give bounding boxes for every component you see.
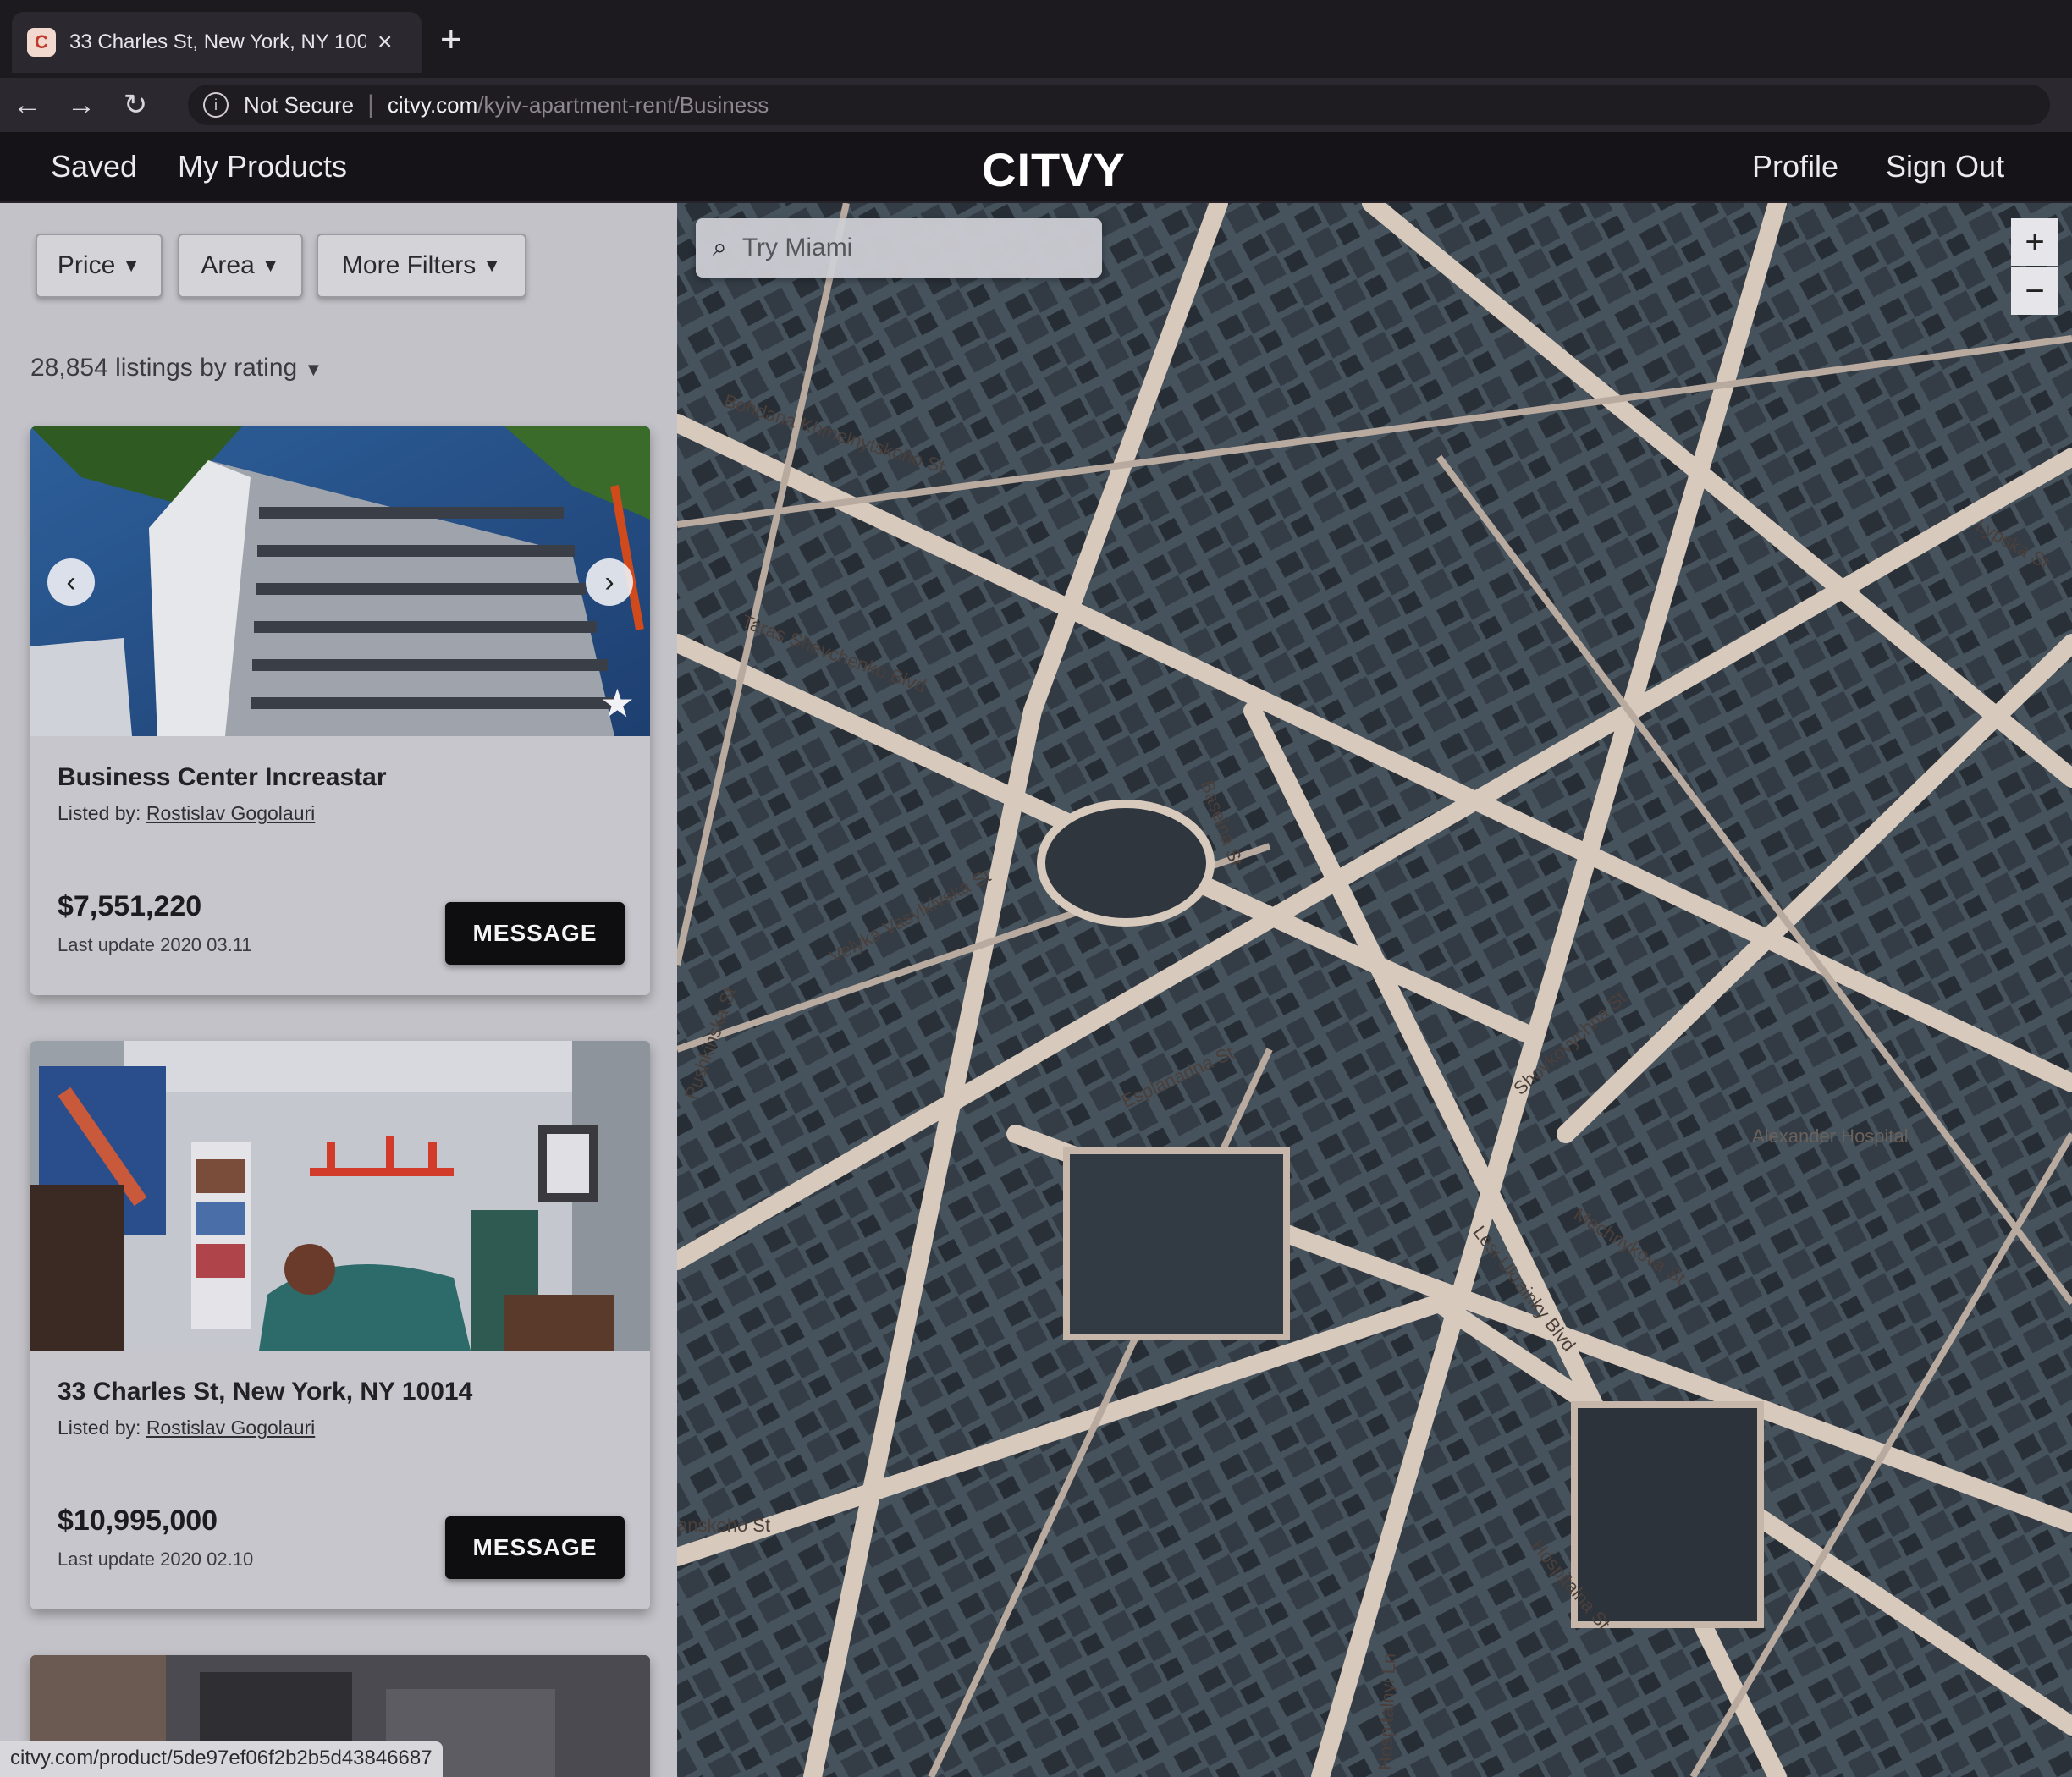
url-field[interactable]: i Not Secure | citvy.com /kyiv-apartment… (188, 85, 2050, 125)
logo[interactable]: CITVY (982, 142, 1126, 197)
last-update: Last update 2020 03.11 (58, 934, 252, 955)
listing-sort-dropdown[interactable]: 28,854 listings by rating ▼ (30, 354, 322, 382)
caret-down-icon: ▼ (122, 255, 141, 276)
new-tab-button[interactable]: + (440, 19, 462, 61)
forward-icon[interactable]: → (54, 89, 108, 122)
owner-link[interactable]: Rostislav Gogolauri (146, 1417, 315, 1439)
security-status: Not Secure (244, 91, 355, 118)
message-button[interactable]: MESSAGE (445, 1516, 625, 1579)
more-filters-button[interactable]: More Filters ▼ (317, 234, 526, 298)
map-label: Hospitalnyi Ln (1374, 1653, 1400, 1771)
url-path: /kyiv-apartment-rent/Business (477, 91, 769, 118)
listed-by: Listed by: Rostislav Gogolauri (58, 1417, 315, 1439)
area-filter-button[interactable]: Area ▼ (178, 234, 303, 298)
reload-icon[interactable]: ↻ (108, 88, 163, 122)
listing-card[interactable]: ‹ › ★ Business Center Increastar Listed … (30, 426, 650, 995)
listing-price: $10,995,000 (58, 1505, 218, 1537)
tab-close-icon[interactable]: × (377, 28, 393, 57)
nav-sign-out[interactable]: Sign Out (1886, 149, 2004, 184)
area-filter-label: Area (201, 251, 255, 279)
caret-down-icon: ▼ (261, 255, 280, 276)
app-header: Saved My Products CITVY Profile Sign Out (0, 132, 2072, 203)
nav-profile[interactable]: Profile (1752, 149, 1838, 184)
nav-my-products[interactable]: My Products (178, 149, 347, 184)
browser-tab[interactable]: C 33 Charles St, New York, NY 100 × (12, 12, 422, 73)
info-icon[interactable]: i (203, 92, 229, 118)
prev-photo-icon[interactable]: ‹ (47, 558, 95, 606)
tab-title: 33 Charles St, New York, NY 100 (69, 30, 366, 53)
listing-price: $7,551,220 (58, 890, 202, 922)
map-view[interactable]: Bohdana Khmelnytskoho St Taras Shevchenk… (677, 203, 2072, 1777)
listed-by: Listed by: Rostislav Gogolauri (58, 802, 315, 825)
map-search-input[interactable]: ⌕ Try Miami (696, 218, 1102, 278)
owner-link[interactable]: Rostislav Gogolauri (146, 802, 315, 824)
back-icon[interactable]: ← (0, 89, 54, 122)
url-separator: | (367, 91, 374, 118)
listing-title[interactable]: 33 Charles St, New York, NY 10014 (58, 1378, 472, 1406)
zoom-in-button[interactable]: + (2011, 218, 2058, 266)
price-filter-label: Price (57, 251, 116, 279)
browser-tab-bar: C 33 Charles St, New York, NY 100 × + (0, 0, 2072, 78)
listing-photo[interactable] (30, 1041, 650, 1351)
message-button[interactable]: MESSAGE (445, 902, 625, 965)
map-search-placeholder: Try Miami (741, 234, 853, 261)
listed-by-label: Listed by: (58, 802, 141, 824)
caret-down-icon: ▼ (304, 359, 323, 380)
listing-count: 28,854 listings by rating (30, 354, 298, 382)
listing-photo[interactable]: ‹ › ★ (30, 426, 650, 736)
map-label: anskoho St (677, 1515, 771, 1536)
url-host: citvy.com (387, 91, 478, 118)
caret-down-icon: ▼ (482, 255, 502, 276)
status-bar-url: citvy.com/product/5de97ef06f2b2b5d438466… (0, 1741, 443, 1777)
last-update: Last update 2020 02.10 (58, 1549, 254, 1570)
map-label: Alexander Hospital (1752, 1125, 1909, 1147)
price-filter-button[interactable]: Price ▼ (36, 234, 163, 298)
listed-by-label: Listed by: (58, 1417, 141, 1439)
search-icon: ⌕ (713, 234, 727, 261)
favicon-icon: C (27, 28, 56, 57)
zoom-out-button[interactable]: − (2011, 267, 2058, 315)
listing-panel: Price ▼ Area ▼ More Filters ▼ 28,854 listin… (0, 203, 677, 1777)
listing-card[interactable]: 33 Charles St, New York, NY 10014 Listed… (30, 1041, 650, 1609)
more-filters-label: More Filters (341, 251, 477, 279)
favorite-star-icon[interactable]: ★ (600, 680, 635, 726)
listing-title[interactable]: Business Center Increastar (58, 763, 387, 792)
nav-saved[interactable]: Saved (51, 149, 137, 184)
next-photo-icon[interactable]: › (586, 558, 633, 606)
address-bar: ← → ↻ i Not Secure | citvy.com /kyiv-apa… (0, 78, 2072, 132)
